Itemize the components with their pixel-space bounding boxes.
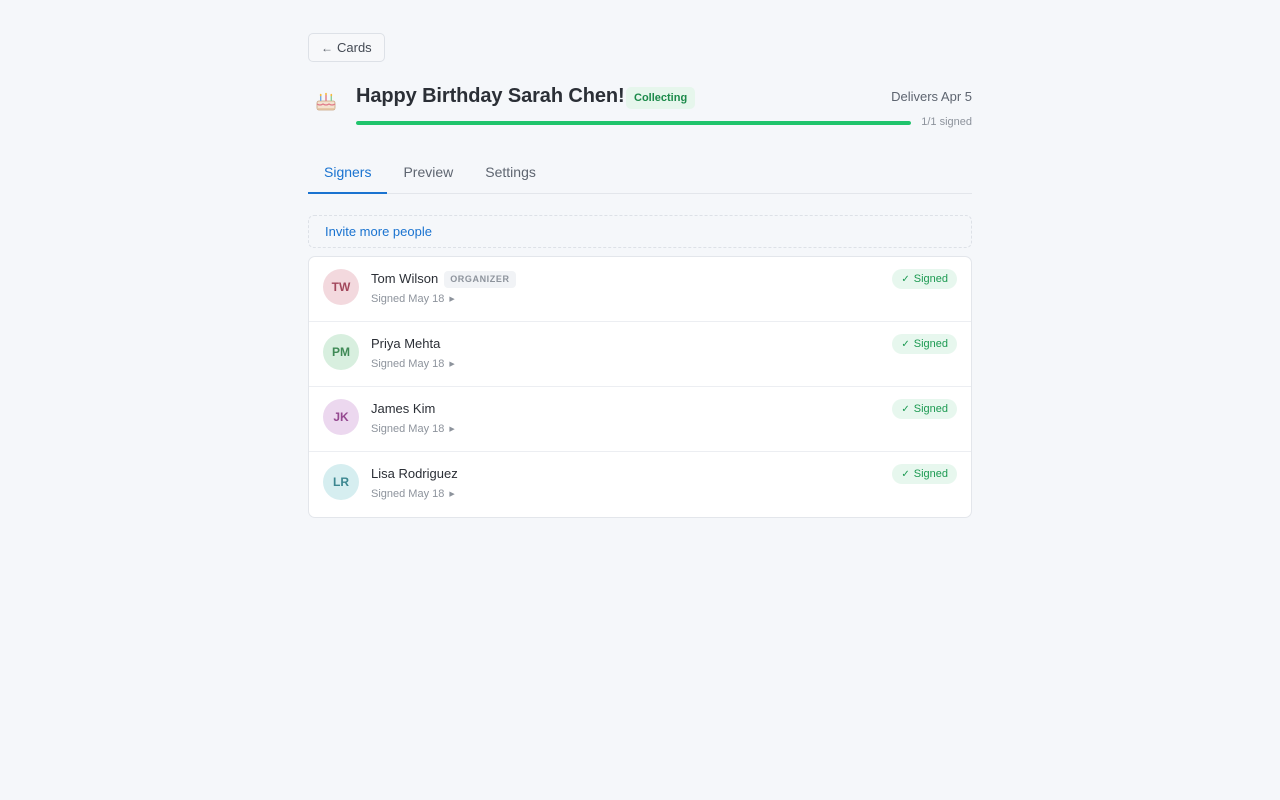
signer-name-line: Tom Wilson ORGANIZER (371, 271, 516, 288)
arrow-left-icon: ← (321, 40, 333, 55)
signing-progress-text: 1/1 signed (921, 116, 972, 128)
cake-icon (316, 92, 336, 111)
signed-status-label: Signed (913, 403, 948, 415)
signed-status-badge: ✓ Signed (892, 269, 957, 289)
signed-status-label: Signed (913, 273, 948, 285)
signing-progress-bar (356, 121, 911, 125)
signer-name-line: Priya Mehta (371, 336, 440, 351)
avatar: JK (323, 399, 359, 435)
page-title: Happy Birthday Sarah Chen! (356, 85, 625, 107)
avatar: PM (323, 334, 359, 370)
signer-row: TW Tom Wilson ORGANIZER Signed May 18 ▶ ✓… (309, 257, 971, 322)
avatar: LR (323, 464, 359, 500)
signed-date: Signed May 18 (371, 358, 445, 370)
tab-bar: Signers Preview Settings (308, 159, 972, 194)
signer-name: Tom Wilson (371, 271, 439, 286)
card-detail: ← Cards Happy Birthday Sarah Chen! Colle… (308, 33, 972, 518)
signer-row: LR Lisa Rodriguez Signed May 18 ▶ ✓ Sign… (309, 452, 971, 517)
card-header: Happy Birthday Sarah Chen! Collecting De… (308, 81, 972, 139)
check-icon: ✓ (901, 403, 910, 415)
avatar: TW (323, 269, 359, 305)
signed-date: Signed May 18 (371, 293, 445, 305)
signer-name: James Kim (371, 401, 436, 416)
organizer-badge: ORGANIZER (444, 271, 516, 288)
signing-progress-fill (356, 121, 911, 125)
check-icon: ✓ (901, 468, 910, 480)
signer-meta: Signed May 18 ▶ (371, 423, 455, 435)
triangle-right-icon[interactable]: ▶ (449, 425, 454, 433)
signed-status-badge: ✓ Signed (892, 399, 957, 419)
tab-settings[interactable]: Settings (469, 159, 552, 193)
signer-name: Priya Mehta (371, 336, 441, 351)
check-icon: ✓ (901, 338, 910, 350)
signed-status-badge: ✓ Signed (892, 334, 957, 354)
back-button[interactable]: ← Cards (308, 33, 385, 62)
signer-meta: Signed May 18 ▶ (371, 293, 455, 305)
signer-name: Lisa Rodriguez (371, 466, 458, 481)
triangle-right-icon[interactable]: ▶ (449, 490, 454, 498)
signed-date: Signed May 18 (371, 423, 445, 435)
back-button-label: Cards (337, 40, 372, 55)
tab-signers[interactable]: Signers (308, 159, 388, 194)
tab-preview[interactable]: Preview (387, 159, 469, 193)
signed-status-badge: ✓ Signed (892, 464, 957, 484)
signer-row: PM Priya Mehta Signed May 18 ▶ ✓ Signed (309, 322, 971, 387)
signer-meta: Signed May 18 ▶ (371, 488, 455, 500)
delivery-date: Delivers Apr 5 (891, 89, 972, 104)
invite-more-button[interactable]: Invite more people (308, 215, 972, 248)
triangle-right-icon[interactable]: ▶ (449, 360, 454, 368)
signer-meta: Signed May 18 ▶ (371, 358, 455, 370)
signed-date: Signed May 18 (371, 488, 445, 500)
signer-row: JK James Kim Signed May 18 ▶ ✓ Signed (309, 387, 971, 452)
signer-list: TW Tom Wilson ORGANIZER Signed May 18 ▶ ✓… (308, 256, 972, 518)
status-badge: Collecting (626, 87, 696, 109)
signer-name-line: Lisa Rodriguez (371, 466, 458, 481)
check-icon: ✓ (901, 273, 910, 285)
signed-status-label: Signed (913, 468, 948, 480)
signer-name-line: James Kim (371, 401, 435, 416)
triangle-right-icon[interactable]: ▶ (449, 295, 454, 303)
signed-status-label: Signed (913, 338, 948, 350)
